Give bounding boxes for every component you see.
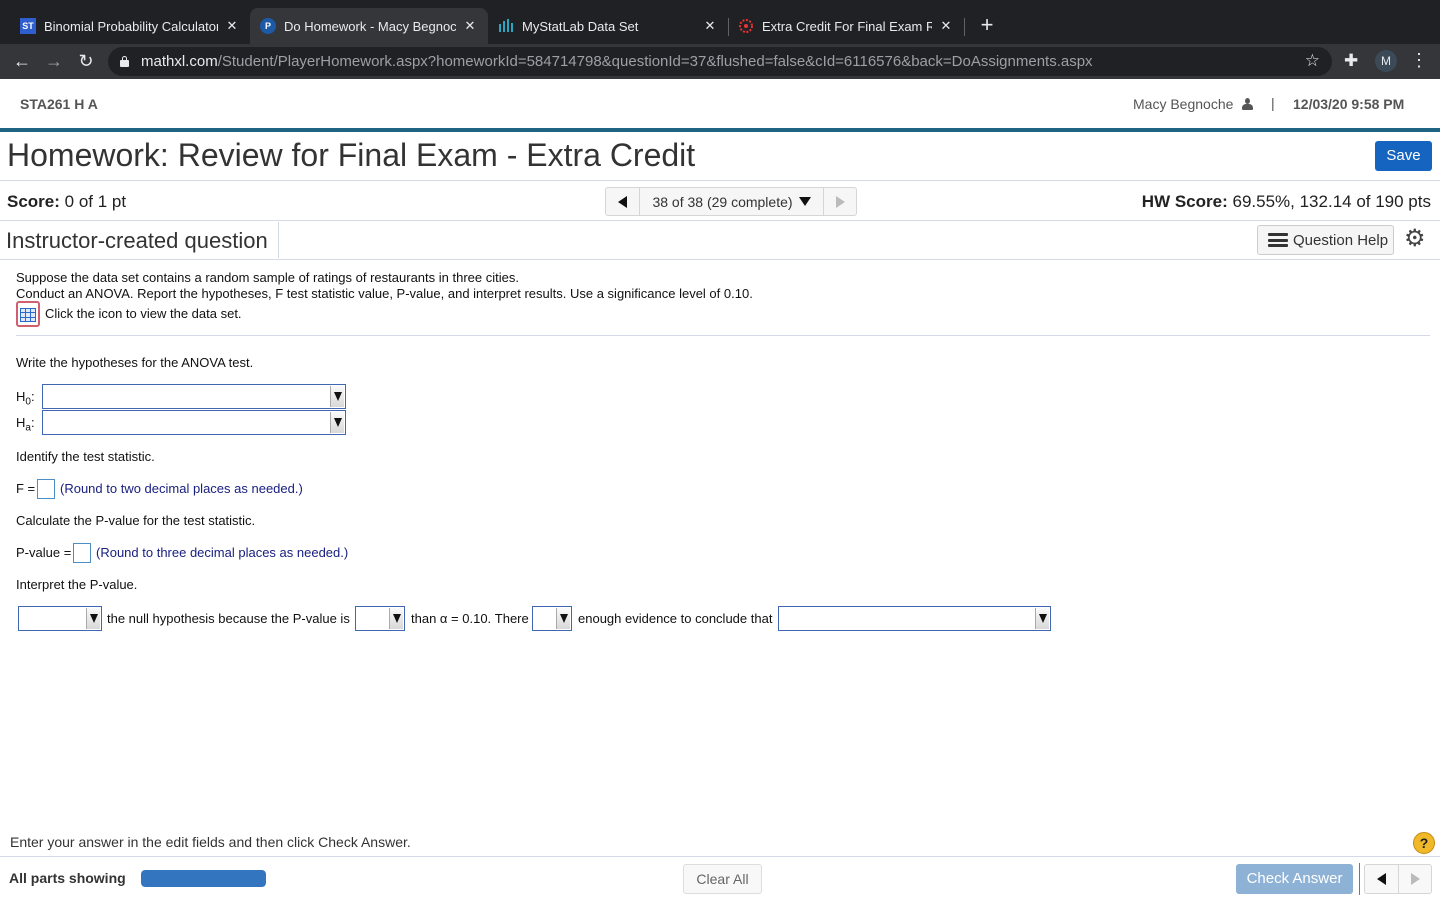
question-selector-dropdown[interactable]: 38 of 38 (29 complete) [640,188,824,215]
p-value-prompt: Calculate the P-value for the test stati… [16,513,256,528]
url-bar[interactable]: mathxl.com/Student/PlayerHomework.aspx?h… [108,47,1332,76]
question-type-label: Instructor-created question [6,228,268,253]
page-title: Homework: Review for Final Exam - Extra … [7,137,696,173]
header-separator: | [1271,95,1275,111]
evidence-dropdown[interactable] [532,606,572,631]
interpret-text-1: the null hypothesis because the P-value … [107,611,350,626]
statistics-icon: ST [20,18,36,34]
url-host: mathxl.com [141,53,218,70]
question-text-line2: Conduct an ANOVA. Report the hypotheses,… [16,286,753,301]
footer-question-nav [1364,864,1432,894]
next-question-button[interactable] [824,188,856,215]
right-triangle-icon [835,195,845,208]
save-button[interactable]: Save [1375,141,1432,171]
divider [16,335,1430,336]
more-menu-icon[interactable]: ⋮ [1410,50,1428,71]
user-name: Macy Begnoche [1133,96,1234,112]
p-value-label: P-value = [16,545,72,560]
conclusion-dropdown[interactable] [778,606,1051,631]
reload-icon[interactable]: ↻ [75,50,97,72]
divider [0,259,1440,260]
url-path: /Student/PlayerHomework.aspx?homeworkId=… [217,53,1093,70]
h0-label: H0: [16,389,35,408]
new-tab-icon[interactable]: + [976,12,998,38]
h0-dropdown[interactable] [42,384,346,409]
caret-down-icon [798,197,811,206]
profile-avatar[interactable]: M [1375,50,1397,72]
dropdown-arrow-icon [330,386,344,407]
question-help-button[interactable]: Question Help [1257,225,1394,255]
divider [1359,863,1360,895]
browser-tab-bar: ST Binomial Probability Calculator ✕ P D… [0,0,1440,44]
test-statistic-prompt: Identify the test statistic. [16,449,155,464]
forward-arrow-icon[interactable]: → [43,50,65,72]
bookmark-star-icon[interactable]: ☆ [1305,51,1320,71]
data-set-icon[interactable] [16,301,40,327]
dropdown-arrow-icon [389,608,403,629]
interpret-text-2: than α = 0.10. There [411,611,529,626]
close-tab-icon[interactable]: ✕ [938,18,954,34]
check-answer-button[interactable]: Check Answer [1236,864,1353,894]
hypotheses-prompt: Write the hypotheses for the ANOVA test. [16,355,254,370]
divider [0,180,1440,181]
question-navigator: 38 of 38 (29 complete) [605,187,857,216]
data-set-instruction: Click the icon to view the data set. [45,306,242,321]
tab-divider [964,18,965,36]
divider [0,856,1440,857]
progress-fill [141,870,266,887]
back-arrow-icon[interactable]: ← [11,50,33,72]
p-value-rounding-hint: (Round to three decimal places as needed… [96,545,349,560]
list-icon [1268,233,1288,247]
dropdown-arrow-icon [556,608,570,629]
footer-instruction: Enter your answer in the edit fields and… [10,834,411,850]
gear-icon[interactable]: ⚙ [1404,226,1426,252]
dropdown-arrow-icon [1035,608,1049,629]
ha-dropdown[interactable] [42,410,346,435]
current-datetime: 12/03/20 9:58 PM [1293,96,1405,112]
extensions-puzzle-icon[interactable]: ✚ [1344,51,1358,71]
decision-dropdown[interactable] [18,606,102,631]
comparison-dropdown[interactable] [355,606,405,631]
close-tab-icon[interactable]: ✕ [462,18,478,34]
close-tab-icon[interactable]: ✕ [224,18,240,34]
lock-icon [120,56,129,67]
all-parts-label: All parts showing [9,870,126,886]
user-menu[interactable]: Macy Begnoche [1133,96,1254,112]
clear-all-button[interactable]: Clear All [683,864,762,894]
person-icon [1242,97,1254,111]
tab-data-set[interactable]: MyStatLab Data Set ✕ [488,8,728,44]
homework-score: HW Score: 69.55%, 132.14 of 190 pts [1141,192,1431,211]
left-triangle-icon [1377,873,1386,885]
canvas-icon [738,18,754,34]
question-score: Score: 0 of 1 pt [7,192,127,211]
parts-progress-bar [141,870,266,887]
question-text-line1: Suppose the data set contains a random s… [16,270,519,285]
right-triangle-icon [1410,873,1420,885]
tab-extra-credit[interactable]: Extra Credit For Final Exam Review ✕ [728,8,964,44]
previous-question-button[interactable] [1365,865,1399,893]
tab-binomial-calculator[interactable]: ST Binomial Probability Calculator ✕ [10,8,250,44]
next-question-button[interactable] [1399,865,1431,893]
bar-chart-icon [498,18,514,34]
divider [0,220,1440,221]
pearson-icon: P [260,18,276,34]
dropdown-arrow-icon [86,608,100,629]
interpret-text-3: enough evidence to conclude that [578,611,773,626]
course-name: STA261 H A [20,96,98,112]
left-triangle-icon [618,195,627,208]
header-divider [0,128,1440,132]
address-bar-row: ← → ↻ mathxl.com/Student/PlayerHomework.… [0,44,1440,79]
help-question-icon[interactable]: ? [1413,832,1435,854]
tab-do-homework[interactable]: P Do Homework - Macy Begnoche ✕ [250,8,488,44]
f-rounding-hint: (Round to two decimal places as needed.) [60,481,303,496]
f-statistic-input[interactable] [37,479,55,499]
divider [278,222,279,258]
p-value-input[interactable] [73,543,91,563]
previous-question-button[interactable] [606,188,640,215]
close-tab-icon[interactable]: ✕ [702,18,718,34]
dropdown-arrow-icon [330,412,344,433]
f-label: F = [16,481,36,496]
ha-label: Ha: [16,415,35,434]
interpret-prompt: Interpret the P-value. [16,577,138,592]
